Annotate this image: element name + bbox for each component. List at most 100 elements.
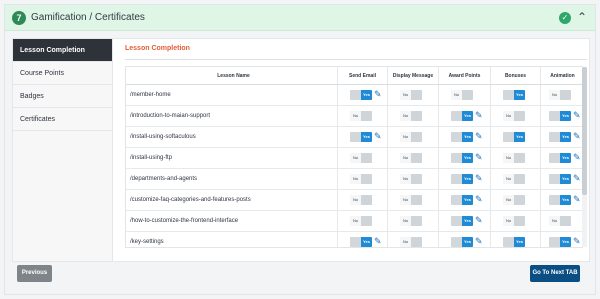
setting-cell: Yes ✎ (540, 232, 582, 247)
setting-cell: Yes ✎ (438, 211, 490, 231)
edit-icon[interactable]: ✎ (475, 132, 484, 141)
scrollbar-thumb[interactable] (582, 67, 587, 195)
toggle-switch[interactable]: No (503, 174, 525, 184)
lesson-name: /departments-and-agents (130, 176, 198, 182)
toggle-knob (361, 111, 372, 121)
toggle-switch[interactable]: No (549, 90, 571, 100)
toggle-switch[interactable]: No (400, 237, 422, 247)
toggle-switch[interactable]: No (400, 174, 422, 184)
toggle-label: Yes (462, 111, 473, 121)
edit-icon[interactable]: ✎ (374, 90, 383, 99)
panel-header[interactable]: 7 Gamification / Certificates ✓ ⌃ (5, 5, 595, 31)
toggle-knob (514, 153, 525, 163)
toggle-switch[interactable]: No (350, 216, 372, 226)
edit-icon[interactable]: ✎ (573, 111, 582, 120)
toggle-switch[interactable]: No (350, 153, 372, 163)
toggle-knob (361, 174, 372, 184)
toggle-switch[interactable]: Yes (503, 237, 525, 247)
edit-icon[interactable]: ✎ (374, 132, 383, 141)
toggle-knob (549, 237, 560, 247)
toggle-label: No (503, 111, 514, 121)
toggle-knob (451, 132, 462, 142)
toggle-label: Yes (462, 237, 473, 247)
toggle-switch[interactable]: No (350, 111, 372, 121)
toggle-label: No (503, 174, 514, 184)
toggle-switch[interactable]: No (400, 153, 422, 163)
toggle-switch[interactable]: No (503, 153, 525, 163)
panel-title: Gamification / Certificates (31, 12, 145, 23)
edit-icon[interactable]: ✎ (475, 174, 484, 183)
toggle-switch[interactable]: Yes (451, 132, 473, 142)
toggle-switch[interactable]: Yes (549, 132, 571, 142)
setting-cell: Yes ✎ (438, 106, 490, 126)
toggle-switch[interactable]: Yes (451, 153, 473, 163)
toggle-label: No (350, 195, 361, 205)
toggle-switch[interactable]: No (400, 216, 422, 226)
setting-cell: Yes ✎ (540, 148, 582, 168)
next-tab-button[interactable]: Go To Next TAB (530, 265, 580, 282)
edit-icon[interactable]: ✎ (573, 153, 582, 162)
edit-icon[interactable]: ✎ (374, 237, 383, 246)
toggle-switch[interactable]: No (350, 174, 372, 184)
toggle-knob (514, 111, 525, 121)
edit-icon[interactable]: ✎ (573, 195, 582, 204)
header-award-points: Award Points (438, 67, 490, 84)
toggle-knob (549, 174, 560, 184)
setting-cell: Yes ✎ (438, 148, 490, 168)
sidebar-item-badges[interactable]: Badges (13, 85, 112, 108)
toggle-switch[interactable]: Yes (549, 195, 571, 205)
toggle-switch[interactable]: Yes (451, 111, 473, 121)
toggle-switch[interactable]: No (503, 216, 525, 226)
setting-cell: Yes ✎ (438, 232, 490, 247)
toggle-knob (411, 132, 422, 142)
table-row: /member-home Yes ✎ No No Yes No (126, 85, 582, 106)
toggle-knob (451, 153, 462, 163)
toggle-switch[interactable]: No (400, 195, 422, 205)
toggle-knob (549, 132, 560, 142)
toggle-switch[interactable]: Yes (350, 132, 372, 142)
chevron-up-icon[interactable]: ⌃ (577, 10, 587, 24)
edit-icon[interactable]: ✎ (475, 153, 484, 162)
toggle-switch[interactable]: No (503, 111, 525, 121)
table-scrollbar[interactable] (582, 67, 587, 247)
table-row: /key-settings Yes ✎ No Yes ✎ Yes Yes ✎ (126, 232, 582, 247)
edit-icon[interactable]: ✎ (573, 174, 582, 183)
edit-icon[interactable]: ✎ (573, 132, 582, 141)
edit-icon[interactable]: ✎ (475, 237, 484, 246)
toggle-switch[interactable]: No (400, 90, 422, 100)
lesson-name: /key-settings (130, 239, 164, 245)
toggle-switch[interactable]: Yes (549, 174, 571, 184)
edit-icon[interactable]: ✎ (475, 111, 484, 120)
toggle-switch[interactable]: Yes (350, 237, 372, 247)
edit-icon[interactable]: ✎ (475, 216, 484, 225)
toggle-switch[interactable]: Yes (451, 237, 473, 247)
toggle-switch[interactable]: Yes (503, 90, 525, 100)
toggle-switch[interactable]: No (503, 195, 525, 205)
toggle-switch[interactable]: Yes (350, 90, 372, 100)
toggle-switch[interactable]: Yes (549, 237, 571, 247)
toggle-switch[interactable]: Yes (549, 111, 571, 121)
toggle-label: Yes (462, 174, 473, 184)
edit-icon[interactable]: ✎ (475, 195, 484, 204)
setting-cell: Yes ✎ (540, 106, 582, 126)
toggle-switch[interactable]: No (350, 195, 372, 205)
edit-icon[interactable]: ✎ (573, 237, 582, 246)
setting-cell: Yes (490, 232, 540, 247)
sidebar-item-lesson-completion[interactable]: Lesson Completion (13, 39, 112, 62)
table-row: /install-using-ftp No No Yes ✎ No Yes ✎ (126, 148, 582, 169)
previous-button[interactable]: Previous (17, 265, 52, 282)
toggle-switch[interactable]: Yes (549, 153, 571, 163)
lesson-name: /customize-faq-categories-and-features-p… (130, 197, 251, 203)
lesson-name: /member-home (130, 92, 171, 98)
toggle-switch[interactable]: No (549, 216, 571, 226)
sidebar-item-course-points[interactable]: Course Points (13, 62, 112, 85)
toggle-switch[interactable]: No (400, 132, 422, 142)
toggle-switch[interactable]: No (400, 111, 422, 121)
toggle-switch[interactable]: Yes (451, 174, 473, 184)
toggle-switch[interactable]: No (451, 90, 473, 100)
toggle-switch[interactable]: Yes (451, 195, 473, 205)
header-bonuses: Bonuses (490, 67, 540, 84)
toggle-switch[interactable]: Yes (451, 216, 473, 226)
toggle-switch[interactable]: Yes (503, 132, 525, 142)
sidebar-item-certificates[interactable]: Certificates (13, 108, 112, 131)
